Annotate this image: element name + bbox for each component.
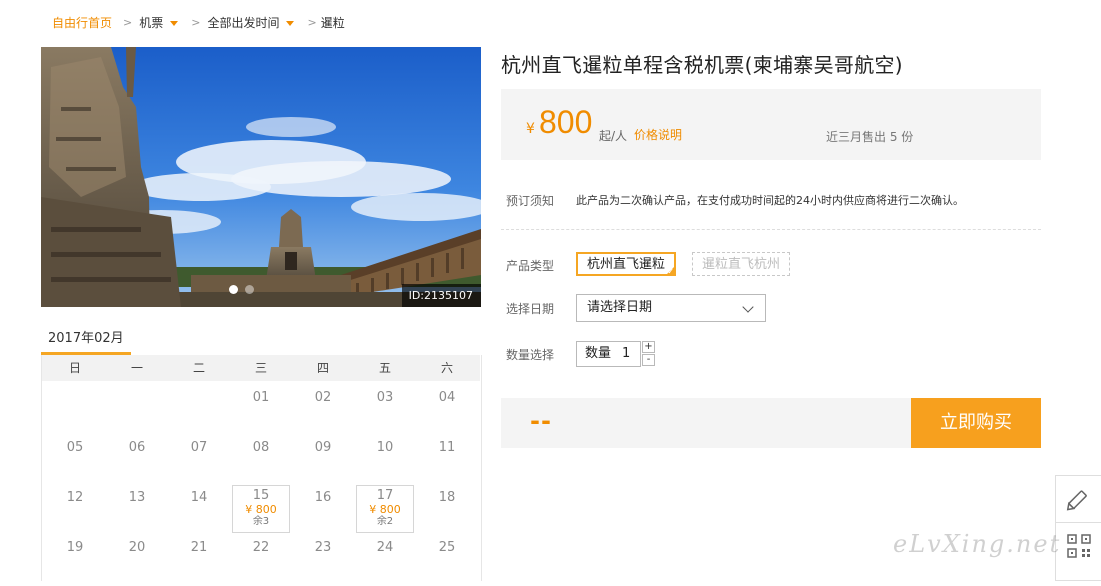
calendar-day: 01 — [252, 390, 270, 405]
calendar-day: 11 — [438, 440, 456, 455]
image-id-badge: ID:2135107 — [401, 284, 481, 307]
calendar-day: 07 — [190, 440, 208, 455]
product-type-option-label: 杭州直飞暹粒 — [587, 257, 666, 272]
quantity-decrement-button[interactable]: - — [642, 354, 655, 366]
price-unit: 起/人 — [599, 129, 628, 143]
product-title: 杭州直飞暹粒单程含税机票(柬埔寨吴哥航空) — [501, 53, 903, 77]
breadcrumb-home-link[interactable]: 自由行首页 — [52, 14, 112, 31]
quantity-input[interactable]: 数量 — [576, 341, 641, 367]
quantity-label: 数量选择 — [506, 348, 555, 362]
calendar-day: 16 — [314, 490, 332, 505]
calendar-day: 08 — [252, 440, 270, 455]
buy-now-button[interactable]: 立即购买 — [911, 398, 1041, 448]
weekday-label: 三 — [254, 361, 267, 375]
chevron-right-icon: > — [123, 15, 133, 29]
date-label: 选择日期 — [506, 302, 555, 316]
check-icon: ✓ — [667, 267, 675, 276]
feedback-button[interactable] — [1055, 475, 1101, 523]
calendar-day: 18 — [438, 490, 456, 505]
divider — [501, 229, 1041, 230]
calendar-day: 12 — [66, 490, 84, 505]
chevron-right-icon: > — [191, 15, 201, 29]
date-select[interactable]: 请选择日期 — [576, 294, 766, 322]
weekday-label: 二 — [192, 361, 205, 375]
calendar-day: 13 — [128, 490, 146, 505]
sales-count: 近三月售出 5 份 — [826, 130, 914, 144]
calendar-day: 21 — [190, 540, 208, 555]
calendar-day: 09 — [314, 440, 332, 455]
price-explanation-link[interactable]: 价格说明 — [634, 126, 682, 143]
calendar-day-available[interactable]: 15 ¥ 800 余3 — [232, 485, 290, 533]
quantity-value[interactable]: 1 — [622, 341, 630, 367]
breadcrumb-flights-link[interactable]: 机票 — [139, 14, 163, 31]
qr-code-icon — [1067, 534, 1091, 558]
weekday-label: 五 — [378, 361, 391, 375]
date-select-placeholder: 请选择日期 — [587, 300, 653, 315]
quantity-prefix: 数量 — [585, 346, 612, 361]
carousel-dot[interactable] — [245, 285, 254, 294]
product-price: 800 — [539, 104, 593, 140]
calendar-day-available[interactable]: 17 ¥ 800 余2 — [356, 485, 414, 533]
qr-code-button[interactable] — [1055, 522, 1101, 581]
weekday-label: 四 — [316, 361, 329, 375]
caret-down-icon[interactable] — [286, 20, 295, 26]
calendar-day-remaining: 余3 — [252, 516, 270, 527]
watermark: eLvXing.net — [893, 530, 1062, 558]
calendar-weekday-header: 日 一 二 三 四 五 六 — [42, 355, 480, 381]
calendar-day: 22 — [252, 540, 270, 555]
product-type-label: 产品类型 — [506, 259, 555, 273]
weekday-label: 日 — [68, 361, 81, 375]
calendar-day: 10 — [376, 440, 394, 455]
currency-symbol: ¥ — [526, 121, 535, 137]
calendar-day: 04 — [438, 390, 456, 405]
product-hero-image[interactable]: ID:2135107 — [41, 47, 481, 307]
calendar-day: 06 — [128, 440, 146, 455]
calendar-day-number: 17 — [376, 488, 394, 503]
breadcrumb-departure-time-link[interactable]: 全部出发时间 — [207, 14, 279, 31]
total-price: -- — [530, 407, 552, 435]
breadcrumb-current: 暹粒 — [320, 15, 345, 30]
calendar-day: 02 — [314, 390, 332, 405]
product-type-option-selected[interactable]: 杭州直飞暹粒 ✓ — [576, 252, 677, 276]
chevron-down-icon — [742, 301, 754, 313]
caret-down-icon[interactable] — [170, 20, 179, 26]
calendar-day: 25 — [438, 540, 456, 555]
booking-notice-text: 此产品为二次确认产品，在支付成功时间起的24小时内供应商将进行二次确认。 — [576, 194, 964, 207]
chevron-right-icon: > — [307, 15, 317, 29]
calendar-day-number: 15 — [252, 488, 270, 503]
carousel-dot-active[interactable] — [229, 285, 238, 294]
weekday-label: 六 — [440, 361, 453, 375]
quantity-increment-button[interactable]: + — [642, 341, 655, 353]
breadcrumb: 自由行首页 > 机票 > 全部出发时间 > 暹粒 — [52, 12, 345, 32]
pencil-icon — [1066, 490, 1087, 511]
buy-bar — [501, 398, 911, 448]
calendar-day: 19 — [66, 540, 84, 555]
calendar-day-remaining: 余2 — [376, 516, 394, 527]
weekday-label: 一 — [130, 361, 143, 375]
calendar-day-price: ¥ 800 — [245, 503, 277, 516]
temple-landscape-image — [41, 47, 481, 307]
calendar-day: 03 — [376, 390, 394, 405]
product-type-option-disabled[interactable]: 暹粒直飞杭州 — [692, 252, 791, 276]
calendar-day: 14 — [190, 490, 208, 505]
calendar-day-price: ¥ 800 — [369, 503, 401, 516]
calendar-day: 20 — [128, 540, 146, 555]
calendar-day: 24 — [376, 540, 394, 555]
calendar-day: 23 — [314, 540, 332, 555]
calendar-day: 05 — [66, 440, 84, 455]
booking-notice-label: 预订须知 — [506, 194, 555, 208]
calendar-month-label[interactable]: 2017年02月 — [48, 327, 124, 346]
